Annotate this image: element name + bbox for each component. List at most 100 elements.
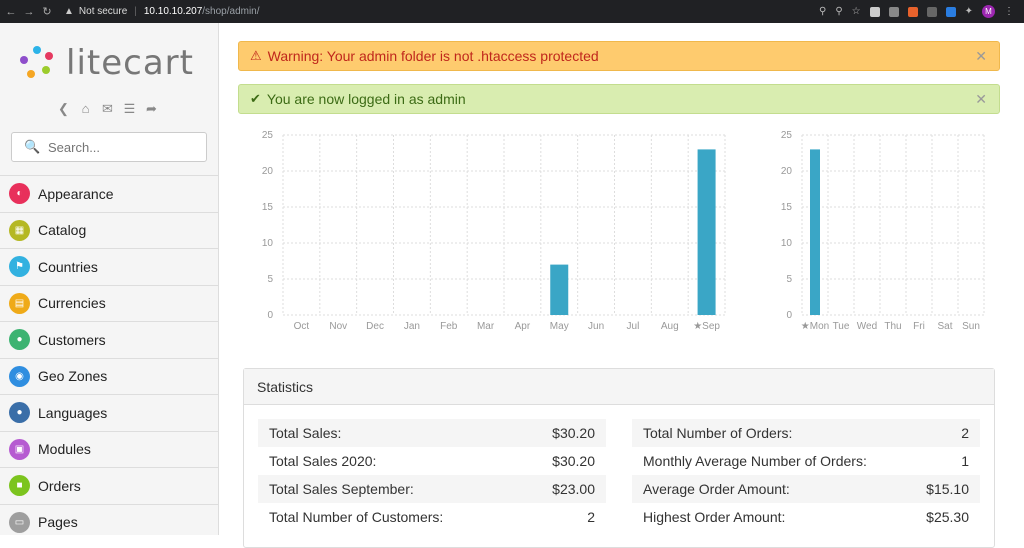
home-icon[interactable]: ⌂ (78, 101, 93, 117)
statistics-right-column: Total Number of Orders: 2 Monthly Average … (632, 419, 980, 531)
geo-zones-icon: ◉ (9, 365, 30, 387)
x-tick-label: Dec (366, 321, 384, 332)
quick-links: ❮ ⌂ ✉ ☰ ➦ (56, 101, 159, 117)
extension-icon[interactable] (945, 6, 956, 17)
stat-value: 2 (587, 509, 595, 525)
logo-mark-icon (18, 44, 56, 82)
sidebar-item-label: Customers (38, 331, 106, 348)
sidebar-item-orders[interactable]: ■ Orders (0, 467, 219, 504)
stat-row: Total Sales September: $23.00 (258, 475, 606, 503)
warning-triangle-icon: ▲ (64, 6, 74, 17)
x-tick-label: Sat (937, 321, 952, 332)
stat-label: Monthly Average Number of Orders: (643, 453, 867, 469)
stat-row: Highest Order Amount: $25.30 (632, 503, 980, 531)
back-circle-icon[interactable]: ❮ (56, 101, 71, 117)
extension-icon[interactable] (926, 6, 937, 17)
url-path: /shop/admin/ (202, 6, 260, 17)
statistics-title: Statistics (244, 369, 994, 405)
address-divider: | (134, 6, 137, 17)
x-tick-label: Oct (294, 321, 310, 332)
extension-icon[interactable] (907, 6, 918, 17)
x-tick-label: May (550, 321, 569, 332)
zoom-icon[interactable]: ⚲ (835, 6, 842, 17)
stat-value: $23.00 (552, 481, 595, 497)
bar-Sep[interactable] (697, 149, 716, 315)
key-icon[interactable]: ⚲ (819, 6, 826, 17)
search-icon: 🔍 (24, 139, 41, 154)
sidebar-item-label: Geo Zones (38, 368, 108, 385)
warning-icon: ⚠ (250, 48, 262, 63)
bar-Mon[interactable] (810, 149, 820, 315)
close-icon[interactable]: ✕ (975, 91, 987, 108)
orders-icon: ■ (9, 475, 30, 497)
stat-row: Total Number of Orders: 2 (632, 419, 980, 447)
main-content: ⚠ Warning: Your admin folder is not .hta… (220, 23, 1017, 548)
x-tick-label: Sun (962, 321, 980, 332)
y-tick-label: 20 (262, 166, 274, 177)
reload-icon[interactable]: ↻ (40, 5, 54, 18)
sidebar-item-modules[interactable]: ▣ Modules (0, 430, 219, 468)
star-icon[interactable]: ☆ (852, 6, 861, 17)
extension-icon[interactable] (869, 6, 880, 17)
sidebar-item-catalog[interactable]: ▦ Catalog (0, 211, 219, 249)
y-tick-label: 15 (262, 202, 274, 213)
sidebar-item-languages[interactable]: ● Languages (0, 394, 219, 431)
y-tick-label: 5 (786, 274, 792, 285)
x-tick-label: Jan (404, 321, 420, 332)
modules-icon: ▣ (9, 438, 30, 460)
sidebar-item-countries[interactable]: ⚑ Countries (0, 248, 219, 285)
sidebar-item-label: Pages (38, 514, 78, 531)
extension-icon[interactable] (888, 6, 899, 17)
envelope-icon[interactable]: ✉ (100, 101, 115, 117)
sidebar-item-currencies[interactable]: ▤ Currencies (0, 284, 219, 322)
sidebar-item-label: Catalog (38, 222, 87, 239)
sidebar-item-label: Countries (38, 258, 98, 275)
url-host: 10.10.10.207 (143, 6, 203, 17)
stat-label: Total Sales: (269, 425, 342, 441)
statistics-panel: Statistics Total Sales: $30.20 Total Sales… (243, 368, 995, 548)
logout-icon[interactable]: ➦ (144, 101, 159, 117)
y-tick-label: 10 (781, 238, 793, 249)
warning-alert-text: Warning: Your admin folder is not .htacc… (267, 48, 599, 64)
monthly-sales-chart: 0 5 10 15 20 25 Oct Nov Dec Jan Feb Mar Apr May Jun Jul… (262, 130, 726, 332)
database-icon[interactable]: ☰ (122, 101, 137, 117)
stat-row: Total Sales 2020: $30.20 (258, 447, 606, 475)
check-circle-icon: ✔ (250, 91, 261, 106)
address-bar[interactable]: ▲ Not secure | 10.10.10.207/shop/admin/ (64, 3, 819, 21)
x-tick-label: Jun (588, 321, 604, 332)
stat-row: Monthly Average Number of Orders: 1 (632, 447, 980, 475)
pages-icon: ▭ (9, 511, 30, 533)
sidebar-menu: ◐ Appearance ▦ Catalog ⚑ Countries ▤ Currencies… (0, 175, 219, 540)
sidebar-item-geo-zones[interactable]: ◉ Geo Zones (0, 357, 219, 395)
weekly-sales-chart: 0 5 10 15 20 25 ★Mon Tue Wed Thu Fri Sat Sun (781, 130, 985, 332)
sidebar: litecart ❮ ⌂ ✉ ☰ ➦ 🔍 ◐ Appearance ▦ Catalog… (0, 23, 219, 535)
y-tick-label: 5 (267, 274, 273, 285)
stat-label: Average Order Amount: (643, 481, 790, 497)
back-arrow-icon[interactable]: ← (4, 6, 18, 18)
puzzle-icon[interactable]: ✦ (965, 6, 973, 17)
logo-text: litecart (66, 43, 194, 83)
search-input[interactable] (48, 139, 198, 155)
x-tick-label: Feb (440, 321, 458, 332)
close-icon[interactable]: ✕ (975, 48, 987, 65)
y-tick-label: 20 (781, 166, 793, 177)
stat-value: $30.20 (552, 425, 595, 441)
profile-avatar[interactable]: M (982, 5, 995, 18)
customers-icon: ● (9, 329, 30, 351)
success-alert-text: You are now logged in as admin (266, 91, 466, 107)
y-tick-label: 25 (781, 130, 793, 141)
languages-icon: ● (9, 402, 30, 424)
stat-row: Total Number of Customers: 2 (258, 503, 606, 531)
sidebar-item-appearance[interactable]: ◐ Appearance (0, 175, 219, 212)
statistics-left-column: Total Sales: $30.20 Total Sales 2020: $30.2… (258, 419, 606, 531)
x-tick-label: Thu (884, 321, 901, 332)
more-menu-icon[interactable]: ⋮ (1004, 6, 1014, 17)
x-tick-label: Fri (913, 321, 925, 332)
bar-May[interactable] (550, 264, 569, 315)
logo[interactable]: litecart (18, 43, 194, 83)
y-tick-label: 10 (262, 238, 274, 249)
forward-arrow-icon[interactable]: → (22, 6, 36, 18)
stat-value: $25.30 (926, 509, 969, 525)
sidebar-item-customers[interactable]: ● Customers (0, 321, 219, 358)
stat-label: Total Number of Orders: (643, 425, 793, 441)
